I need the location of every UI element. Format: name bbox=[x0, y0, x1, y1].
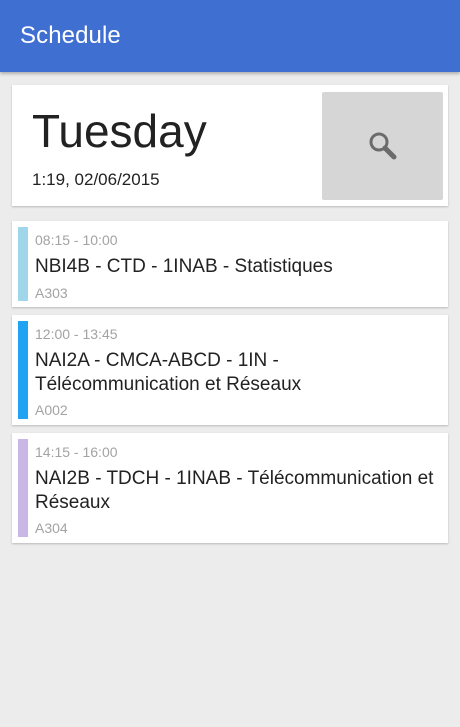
schedule-entry[interactable]: 12:00 - 13:45 NAI2A - CMCA-ABCD - 1IN - … bbox=[12, 315, 448, 425]
entry-room: A303 bbox=[35, 285, 68, 301]
entry-time: 14:15 - 16:00 bbox=[35, 444, 118, 460]
entry-color-bar bbox=[18, 227, 28, 301]
schedule-entry[interactable]: 14:15 - 16:00 NAI2B - TDCH - 1INAB - Tél… bbox=[12, 433, 448, 543]
app-bar: Schedule bbox=[0, 0, 460, 72]
entry-color-bar bbox=[18, 321, 28, 419]
current-datetime: 1:19, 02/06/2015 bbox=[32, 170, 160, 189]
entry-room: A304 bbox=[35, 520, 68, 536]
entry-time: 08:15 - 10:00 bbox=[35, 232, 118, 248]
entry-title: NAI2B - TDCH - 1INAB - Télécommunication… bbox=[35, 468, 434, 513]
app-title: Schedule bbox=[20, 22, 121, 49]
entry-color-bar bbox=[18, 439, 28, 537]
entry-time: 12:00 - 13:45 bbox=[35, 326, 118, 342]
entry-title: NBI4B - CTD - 1INAB - Statistiques bbox=[35, 256, 333, 277]
search-button[interactable] bbox=[322, 92, 443, 200]
entry-title: NAI2A - CMCA-ABCD - 1IN - Télécommunicat… bbox=[35, 350, 302, 395]
day-header-card: Tuesday 1:19, 02/06/2015 bbox=[12, 85, 448, 206]
schedule-entry[interactable]: 08:15 - 10:00 NBI4B - CTD - 1INAB - Stat… bbox=[12, 221, 448, 307]
search-icon bbox=[369, 132, 396, 160]
entry-room: A002 bbox=[35, 402, 68, 418]
weekday-title: Tuesday bbox=[32, 105, 207, 157]
